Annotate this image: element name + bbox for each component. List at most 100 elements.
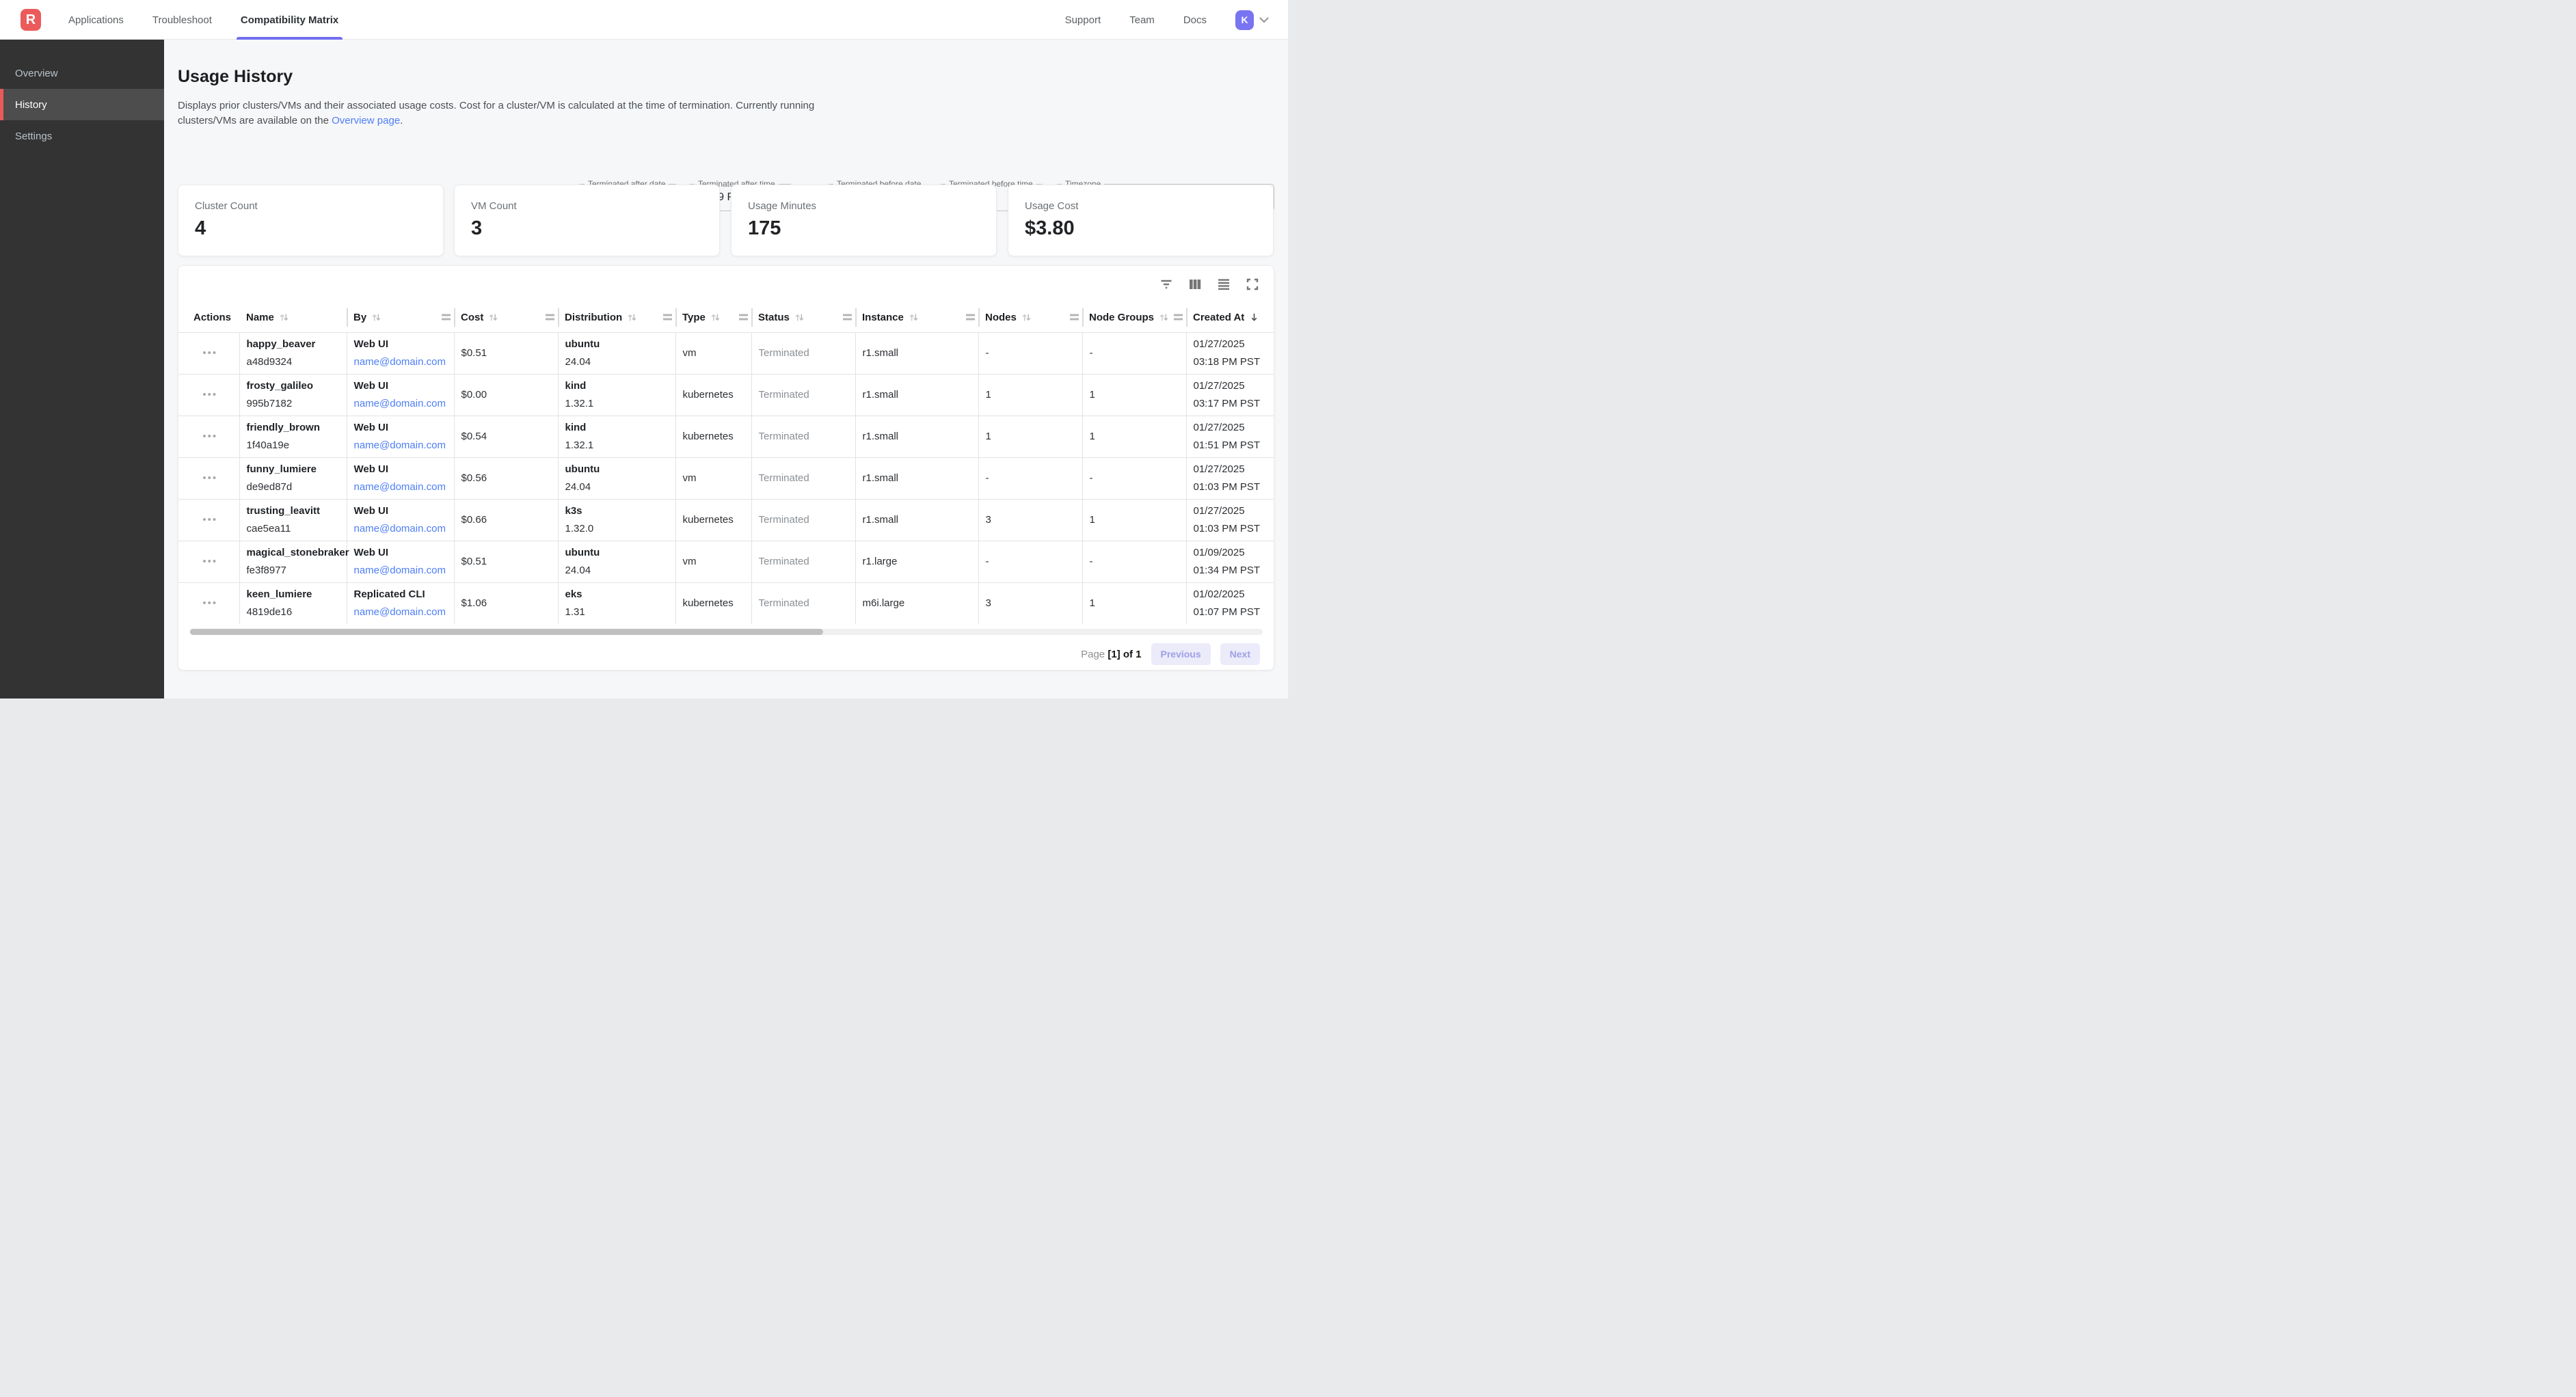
sidebar-item-history[interactable]: History — [0, 89, 164, 120]
nodes-cell: 1 — [978, 374, 1082, 416]
created-at-cell: 01/09/2025 01:34 PM PST — [1186, 541, 1274, 582]
tab-compatibility-matrix[interactable]: Compatibility Matrix — [241, 0, 338, 40]
top-navigation-bar: R Applications Troubleshoot Compatibilit… — [0, 0, 1288, 40]
chevron-down-icon[interactable] — [1259, 17, 1269, 23]
column-header-instance[interactable]: Instance — [855, 303, 978, 332]
created-by-email-link[interactable]: name@domain.com — [354, 439, 446, 451]
cluster-id: de9ed87d — [247, 480, 343, 494]
column-header-node-groups[interactable]: Node Groups — [1082, 303, 1186, 332]
sort-icon[interactable] — [279, 312, 289, 323]
sort-icon[interactable] — [710, 312, 721, 323]
stat-card-cluster-count: Cluster Count 4 — [178, 185, 444, 256]
column-header-type[interactable]: Type — [675, 303, 751, 332]
main-content: Usage History Displays prior clusters/VM… — [164, 40, 1288, 698]
nodes-cell: 3 — [978, 582, 1082, 624]
sort-desc-icon[interactable] — [1249, 312, 1259, 323]
show-hide-columns-icon[interactable] — [1186, 275, 1204, 293]
support-link[interactable]: Support — [1065, 14, 1101, 26]
column-resize-grip[interactable] — [843, 314, 852, 321]
table-row: ••• keen_lumiere 4819de16 Replicated CLI… — [178, 582, 1274, 624]
created-by-email-link[interactable]: name@domain.com — [354, 606, 446, 618]
horizontal-scrollbar-thumb[interactable] — [190, 629, 823, 635]
created-by-email-link[interactable]: name@domain.com — [354, 565, 446, 576]
sidebar-item-overview[interactable]: Overview — [0, 57, 164, 89]
actions-cell: ••• — [178, 374, 239, 416]
column-header-name[interactable]: Name — [239, 303, 347, 332]
row-actions-button[interactable]: ••• — [202, 597, 217, 609]
instance-cell: r1.small — [855, 499, 978, 541]
sort-icon[interactable] — [371, 312, 381, 323]
type-cell: kubernetes — [675, 499, 751, 541]
distribution-name: k3s — [565, 504, 671, 518]
column-resize-grip[interactable] — [442, 314, 451, 321]
density-icon[interactable] — [1215, 275, 1233, 293]
sort-icon[interactable] — [794, 312, 805, 323]
created-at-cell: 01/27/2025 01:51 PM PST — [1186, 416, 1274, 457]
column-resize-grip[interactable] — [663, 314, 672, 321]
horizontal-scrollbar — [189, 629, 1263, 635]
created-by-email-link[interactable]: name@domain.com — [354, 356, 446, 368]
created-by-email-link[interactable]: name@domain.com — [354, 481, 446, 493]
cost-cell: $0.51 — [454, 332, 558, 374]
created-by-email-link[interactable]: name@domain.com — [354, 523, 446, 534]
actions-cell: ••• — [178, 416, 239, 457]
created-by-email-link[interactable]: name@domain.com — [354, 398, 446, 409]
column-header-distribution[interactable]: Distribution — [558, 303, 675, 332]
created-at-cell: 01/27/2025 03:17 PM PST — [1186, 374, 1274, 416]
name-cell: magical_stonebraker fe3f8977 — [239, 541, 347, 582]
column-header-by[interactable]: By — [347, 303, 454, 332]
row-actions-button[interactable]: ••• — [202, 514, 217, 526]
name-cell: friendly_brown 1f40a19e — [239, 416, 347, 457]
stat-value: $3.80 — [1025, 217, 1273, 240]
column-resize-grip[interactable] — [739, 314, 748, 321]
filter-icon[interactable] — [1157, 275, 1175, 293]
cost-cell: $0.00 — [454, 374, 558, 416]
column-resize-grip[interactable] — [546, 314, 554, 321]
sort-icon[interactable] — [1021, 312, 1032, 323]
nodes-cell: - — [978, 457, 1082, 499]
created-date: 01/02/2025 — [1194, 587, 1272, 601]
sort-icon[interactable] — [488, 312, 498, 323]
sidebar-item-settings[interactable]: Settings — [0, 120, 164, 152]
sort-icon[interactable] — [627, 312, 637, 323]
previous-page-button[interactable]: Previous — [1151, 643, 1211, 665]
team-link[interactable]: Team — [1129, 14, 1155, 26]
distribution-name: kind — [565, 420, 671, 435]
column-resize-grip[interactable] — [966, 314, 975, 321]
distribution-name: kind — [565, 379, 671, 393]
row-actions-button[interactable]: ••• — [202, 556, 217, 567]
account-menu[interactable]: K — [1235, 10, 1269, 30]
column-header-created-at[interactable]: Created At — [1186, 303, 1274, 332]
row-actions-button[interactable]: ••• — [202, 389, 217, 401]
column-header-status[interactable]: Status — [751, 303, 855, 332]
table-row: ••• magical_stonebraker fe3f8977 Web UI … — [178, 541, 1274, 582]
top-right-links: Support Team Docs K — [1065, 0, 1269, 40]
sort-icon[interactable] — [909, 312, 919, 323]
created-time: 03:18 PM PST — [1194, 355, 1272, 369]
description-text: Displays prior clusters/VMs and their as… — [178, 100, 814, 126]
sort-icon[interactable] — [1159, 312, 1169, 323]
column-header-nodes[interactable]: Nodes — [978, 303, 1082, 332]
row-actions-button[interactable]: ••• — [202, 347, 217, 359]
avatar[interactable]: K — [1235, 10, 1254, 30]
tab-troubleshoot[interactable]: Troubleshoot — [152, 0, 212, 40]
fullscreen-icon[interactable] — [1244, 275, 1261, 293]
table-row: ••• trusting_leavitt cae5ea11 Web UI nam… — [178, 499, 1274, 541]
column-header-cost[interactable]: Cost — [454, 303, 558, 332]
overview-page-link[interactable]: Overview page — [332, 115, 400, 126]
type-cell: vm — [675, 457, 751, 499]
by-cell: Web UI name@domain.com — [347, 541, 454, 582]
row-actions-button[interactable]: ••• — [202, 472, 217, 484]
column-resize-grip[interactable] — [1070, 314, 1079, 321]
by-cell: Web UI name@domain.com — [347, 499, 454, 541]
created-date: 01/09/2025 — [1194, 545, 1272, 560]
docs-link[interactable]: Docs — [1183, 14, 1207, 26]
distribution-cell: k3s 1.32.0 — [558, 499, 675, 541]
created-by-source: Web UI — [354, 337, 450, 351]
tab-applications[interactable]: Applications — [68, 0, 124, 40]
column-resize-grip[interactable] — [1174, 314, 1183, 321]
next-page-button[interactable]: Next — [1220, 643, 1260, 665]
row-actions-button[interactable]: ••• — [202, 431, 217, 442]
replicated-logo[interactable]: R — [21, 9, 41, 31]
type-cell: kubernetes — [675, 374, 751, 416]
